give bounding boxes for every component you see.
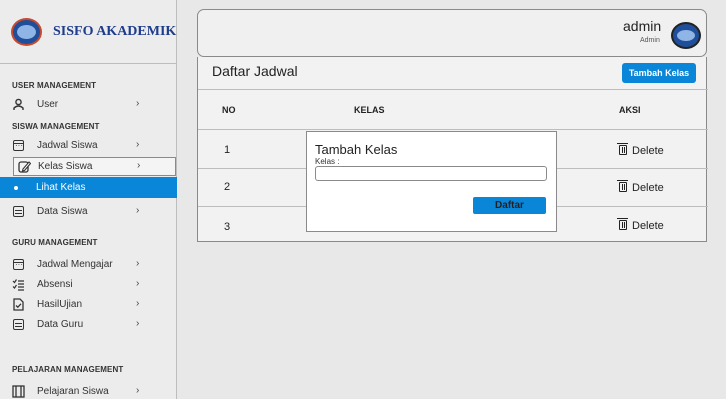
chevron-right-icon: ›	[136, 318, 140, 329]
calendar-icon	[12, 139, 25, 152]
sidebar-item-label: Data Siswa	[37, 206, 88, 217]
sidebar-item-kelas-siswa[interactable]: Kelas Siswa ›	[13, 157, 176, 176]
sidebar-item-data-siswa[interactable]: Data Siswa ›	[0, 203, 177, 221]
admin-name: admin	[623, 18, 662, 34]
sidebar-item-label: Absensi	[37, 279, 73, 290]
sidebar-item-jadwal-siswa[interactable]: Jadwal Siswa ›	[0, 137, 177, 155]
section-pelajaran-management: PELAJARAN MANAGEMENT	[12, 365, 124, 374]
section-siswa-management: SISWA MANAGEMENT	[12, 122, 100, 131]
sidebar-item-label: Jadwal Siswa	[37, 140, 98, 151]
kelas-field-label: Kelas :	[315, 157, 340, 166]
sidebar-item-hasil-ujian[interactable]: HasilUjian ›	[0, 296, 177, 314]
column-header-aksi: AKSI	[619, 105, 641, 115]
sidebar-item-absensi[interactable]: Absensi ›	[0, 276, 177, 294]
divider	[198, 89, 708, 90]
delete-button[interactable]: Delete	[617, 218, 664, 232]
chevron-right-icon: ›	[136, 278, 140, 289]
page-title: Daftar Jadwal	[212, 63, 298, 79]
sidebar-item-user[interactable]: User ›	[0, 96, 177, 114]
sidebar-item-label: Jadwal Mengajar	[37, 259, 113, 270]
calendar-icon	[12, 258, 25, 271]
list-icon	[12, 318, 25, 331]
sidebar-item-lihat-kelas[interactable]: Lihat Kelas	[0, 177, 177, 198]
brand-header: SISFO AKADEMIK	[0, 0, 177, 64]
bullet-icon	[14, 186, 18, 190]
sidebar: SISFO AKADEMIK USER MANAGEMENT User › SI…	[0, 0, 177, 399]
trash-icon	[617, 218, 628, 230]
sidebar-item-label: Kelas Siswa	[38, 161, 93, 172]
sidebar-item-data-guru[interactable]: Data Guru ›	[0, 316, 177, 334]
column-header-no: NO	[222, 105, 236, 115]
user-icon	[12, 98, 25, 111]
modal-title: Tambah Kelas	[315, 142, 398, 157]
tambah-kelas-modal: Tambah Kelas Kelas : Daftar	[306, 131, 557, 232]
divider	[198, 129, 708, 130]
delete-label: Delete	[632, 182, 664, 194]
tambah-kelas-button[interactable]: Tambah Kelas	[622, 63, 696, 83]
section-user-management: USER MANAGEMENT	[12, 81, 97, 90]
top-header: admin Admin	[197, 9, 707, 57]
logo-icon	[11, 18, 42, 46]
edit-icon	[18, 160, 32, 173]
row-number: 1	[224, 144, 231, 156]
chevron-right-icon: ›	[137, 160, 141, 171]
sidebar-item-label: Pelajaran Siswa	[37, 386, 109, 397]
kelas-input[interactable]	[315, 166, 547, 181]
sidebar-item-jadwal-mengajar[interactable]: Jadwal Mengajar ›	[0, 256, 177, 274]
section-guru-management: GURU MANAGEMENT	[12, 238, 98, 247]
daftar-button[interactable]: Daftar	[473, 197, 546, 214]
row-number: 2	[224, 181, 231, 193]
sidebar-item-pelajaran-siswa[interactable]: Pelajaran Siswa ›	[0, 383, 177, 399]
delete-label: Delete	[632, 145, 664, 157]
list-icon	[12, 205, 25, 218]
row-number: 3	[224, 221, 231, 233]
avatar[interactable]	[671, 22, 701, 49]
sidebar-item-label: Data Guru	[37, 319, 84, 330]
delete-label: Delete	[632, 220, 664, 232]
admin-role: Admin	[640, 37, 660, 44]
chevron-right-icon: ›	[136, 385, 140, 396]
delete-button[interactable]: Delete	[617, 180, 664, 194]
trash-icon	[617, 143, 628, 155]
sidebar-item-label: HasilUjian	[37, 299, 83, 310]
chevron-right-icon: ›	[136, 98, 140, 109]
sidebar-item-label: Lihat Kelas	[36, 182, 86, 193]
delete-button[interactable]: Delete	[617, 143, 664, 157]
chevron-right-icon: ›	[136, 205, 140, 216]
checklist-icon	[12, 278, 25, 291]
brand-title: SISFO AKADEMIK	[53, 24, 177, 39]
sidebar-item-label: User	[37, 99, 59, 110]
app: SISFO AKADEMIK USER MANAGEMENT User › SI…	[0, 0, 726, 399]
trash-icon	[617, 180, 628, 192]
chevron-right-icon: ›	[136, 139, 140, 150]
book-icon	[12, 385, 25, 398]
column-header-kelas: KELAS	[354, 105, 385, 115]
chevron-right-icon: ›	[136, 258, 140, 269]
document-check-icon	[12, 298, 25, 311]
chevron-right-icon: ›	[136, 298, 140, 309]
